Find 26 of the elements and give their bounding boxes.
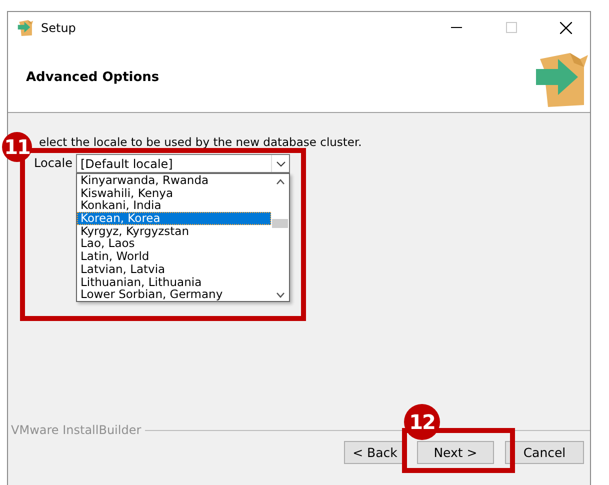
cancel-button[interactable]: Cancel xyxy=(505,441,584,464)
list-option[interactable]: Latin, World xyxy=(77,250,272,263)
brand-text: VMware InstallBuilder xyxy=(11,423,142,437)
page-title: Advanced Options xyxy=(26,70,160,85)
minimize-icon[interactable] xyxy=(450,27,462,28)
scroll-thumb[interactable] xyxy=(272,219,288,228)
list-option[interactable]: Kiswahili, Kenya xyxy=(77,186,272,200)
list-option[interactable]: Korean, Korea xyxy=(77,212,272,225)
instruction-text: elect the locale to be used by the new database cluster. xyxy=(39,135,363,149)
list-option[interactable]: Konkani, India xyxy=(77,199,272,212)
box-arrow-icon xyxy=(17,19,34,36)
field-label: Locale xyxy=(34,156,72,170)
list-option[interactable]: Lower Sorbian, Germany xyxy=(77,288,272,301)
scroll-down-icon[interactable] xyxy=(276,292,285,298)
list-option[interactable]: Kinyarwanda, Rwanda xyxy=(77,174,272,187)
scroll-up-icon[interactable] xyxy=(276,179,285,185)
next-button[interactable]: Next > xyxy=(417,441,494,464)
list-option[interactable]: Lao, Laos xyxy=(77,237,272,250)
list-option[interactable]: Lithuanian, Lithuania xyxy=(77,276,272,288)
list-option[interactable]: Latvian, Latvia xyxy=(77,262,272,276)
list-option[interactable]: Kyrgyz, Kyrgyzstan xyxy=(77,224,272,238)
close-icon[interactable] xyxy=(560,22,572,34)
chevron-down-icon[interactable] xyxy=(276,160,286,166)
window-title: Setup xyxy=(41,20,76,34)
field-value: [Default locale] xyxy=(80,156,174,170)
dropdown-field[interactable]: [Default locale] xyxy=(76,154,290,173)
